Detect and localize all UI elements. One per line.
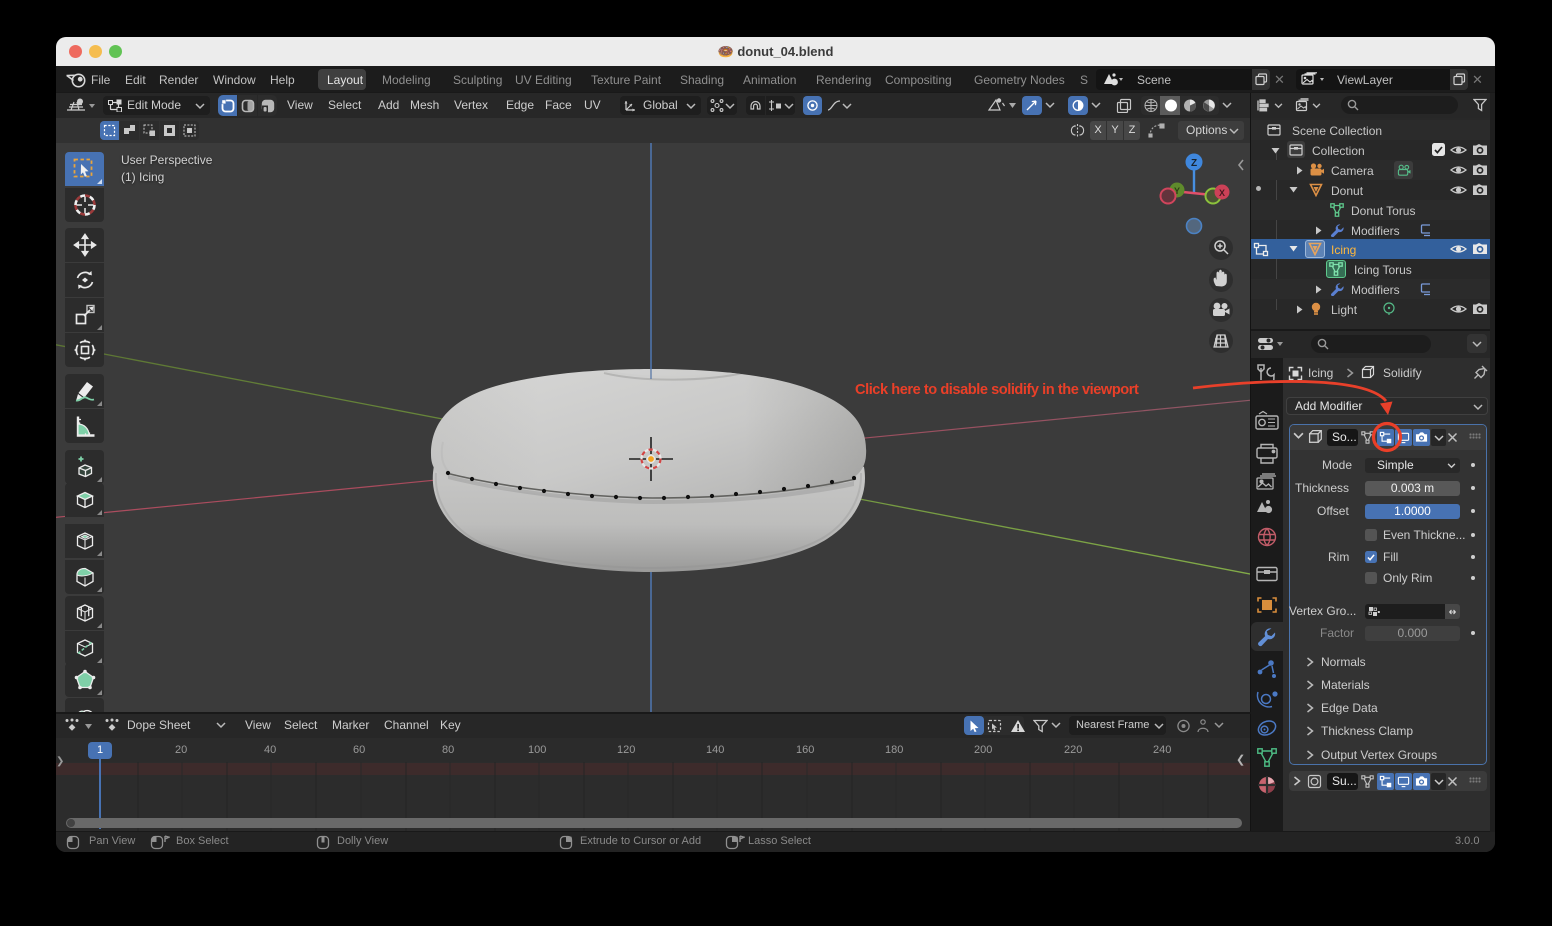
svg-text:X: X: [1219, 188, 1225, 198]
svg-text:Z: Z: [1191, 158, 1197, 169]
